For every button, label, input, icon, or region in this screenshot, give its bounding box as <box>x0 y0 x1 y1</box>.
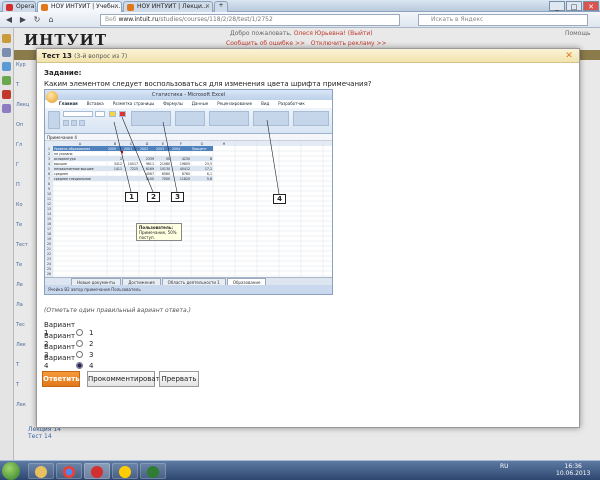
bottom-links: Лекция 14 Тест 14 <box>28 426 61 440</box>
question-image-excel: Статистика - Microsoft Excel Главная Вста… <box>44 89 333 295</box>
left-nav-fragment[interactable]: Лек <box>16 402 26 408</box>
language-indicator[interactable]: RU <box>500 463 509 470</box>
disable-ads-link[interactable]: Отключить рекламу >> <box>311 40 387 47</box>
close-tab-icon[interactable]: ✕ <box>114 3 119 10</box>
report-error-link[interactable]: Сообщить об ошибке >> <box>226 40 305 47</box>
system-clock[interactable]: 16:36 10.06.2013 <box>556 463 590 477</box>
url-prefix: Веб <box>105 16 117 23</box>
tab-opera[interactable]: Opera <box>2 1 36 12</box>
close-window-button[interactable]: ✕ <box>583 1 599 11</box>
left-nav-fragment[interactable]: Т <box>16 362 19 368</box>
back-button[interactable]: ◀ <box>3 14 15 26</box>
address-bar[interactable]: Веб www.intuit.ru/studies/courses/118/2/… <box>100 14 400 26</box>
left-nav-fragment[interactable]: Те <box>16 222 22 228</box>
mail-icon[interactable] <box>2 48 11 57</box>
left-nav-fragment[interactable]: Т <box>16 82 19 88</box>
history-icon[interactable] <box>2 104 11 113</box>
left-nav-fragment[interactable]: Ко <box>16 202 23 208</box>
notes-icon[interactable] <box>2 76 11 85</box>
chrome-icon <box>63 466 75 478</box>
comment-button[interactable]: Прокомментировать <box>87 371 164 387</box>
left-nav-fragment[interactable]: Г <box>16 162 19 168</box>
left-nav-fragment[interactable]: Те <box>16 262 22 268</box>
opera-icon <box>6 4 13 11</box>
home-button[interactable]: ⌂ <box>45 14 57 26</box>
search-input[interactable]: Искать в Яндекс <box>418 14 588 26</box>
option-4-radio[interactable] <box>76 362 83 369</box>
taskbar-explorer[interactable] <box>28 463 54 479</box>
tab-intuit-study[interactable]: НОУ ИНТУИТ | Учебн... ✕ <box>37 1 122 12</box>
bookmarks-icon[interactable] <box>2 34 11 43</box>
browser-tab-bar: Opera НОУ ИНТУИТ | Учебн... ✕ НОУ ИНТУИТ… <box>0 0 600 12</box>
left-nav-fragment[interactable]: Ле <box>16 282 23 288</box>
start-button[interactable] <box>2 462 20 480</box>
chat-icon[interactable] <box>2 62 11 71</box>
taskbar-chrome[interactable] <box>56 463 82 479</box>
opera-sidebar <box>0 28 14 460</box>
minimize-button[interactable]: _ <box>549 1 565 11</box>
downloads-icon[interactable] <box>2 90 11 99</box>
option-4[interactable]: Вариант 44 <box>44 354 93 370</box>
test-dialog: Тест 13 (3-й вопрос из 7) ✕ Задание: Как… <box>36 48 580 428</box>
yandex-icon <box>119 466 131 478</box>
question-counter: (3-й вопрос из 7) <box>74 53 128 60</box>
left-nav-fragment[interactable]: Лек <box>16 342 26 348</box>
reload-button[interactable]: ↻ <box>31 14 43 26</box>
taskbar-yandex[interactable] <box>112 463 138 479</box>
intuit-favicon-icon <box>41 4 48 11</box>
test-14-link[interactable]: Тест 14 <box>28 433 61 440</box>
left-nav-fragment[interactable]: Т <box>16 382 19 388</box>
dialog-header: Тест 13 (3-й вопрос из 7) ✕ <box>37 49 579 63</box>
left-nav-fragment[interactable]: П <box>16 182 20 188</box>
dialog-title: Тест 13 (3-й вопрос из 7) <box>42 52 128 60</box>
close-tab-icon[interactable]: ✕ <box>205 3 210 10</box>
taskbar-opera[interactable] <box>84 463 110 479</box>
maximize-button[interactable]: □ <box>566 1 582 11</box>
left-nav-fragment[interactable]: Тес <box>16 322 25 328</box>
url-host: www.intuit.ru <box>118 16 159 23</box>
callout-pointers <box>113 116 280 195</box>
url-path: /studies/courses/118/2/28/test/1/2752 <box>158 16 273 23</box>
left-nav-fragment[interactable]: Тест <box>16 242 28 248</box>
site-logo[interactable]: ИНТУИТ <box>24 31 107 49</box>
left-nav-fragment[interactable]: Гл <box>16 142 22 148</box>
opera-icon <box>91 466 103 478</box>
left-nav-fragment[interactable]: Ла <box>16 302 23 308</box>
folder-icon <box>35 466 47 478</box>
browser-nav-bar: ◀ ▶ ↻ ⌂ Веб www.intuit.ru/studies/course… <box>0 12 600 28</box>
left-nav-fragment[interactable]: Оп <box>16 122 23 128</box>
new-tab-button[interactable]: + <box>214 1 228 12</box>
tab-intuit-lecture[interactable]: НОУ ИНТУИТ | Лекци... ✕ <box>123 1 213 12</box>
close-icon[interactable]: ✕ <box>563 50 575 62</box>
abort-button[interactable]: Прервать <box>159 371 199 387</box>
service-links: Сообщить об ошибке >> Отключить рекламу … <box>226 40 387 47</box>
user-link[interactable]: Олеся Юрьевна! <box>294 30 346 37</box>
taskbar-excel[interactable] <box>140 463 166 479</box>
user-greeting: Добро пожаловать, Олеся Юрьевна! (Выйти) <box>230 30 373 37</box>
excel-icon <box>147 466 159 478</box>
task-label: Задание: <box>44 69 82 77</box>
left-nav-fragment[interactable]: Лекц <box>16 102 29 108</box>
left-nav-fragment[interactable]: Кур <box>16 62 26 68</box>
answer-button[interactable]: Ответить <box>42 371 80 387</box>
help-link[interactable]: Помощь <box>565 30 591 37</box>
windows-taskbar: RU 16:36 10.06.2013 <box>0 460 600 480</box>
question-text: Каким элементом следует воспользоваться … <box>44 80 372 88</box>
forward-button[interactable]: ▶ <box>17 14 29 26</box>
answer-hint: (Отметьте один правильный вариант ответа… <box>44 307 191 314</box>
intuit-favicon-icon <box>127 4 134 11</box>
logout-link[interactable]: (Выйти) <box>348 30 373 37</box>
